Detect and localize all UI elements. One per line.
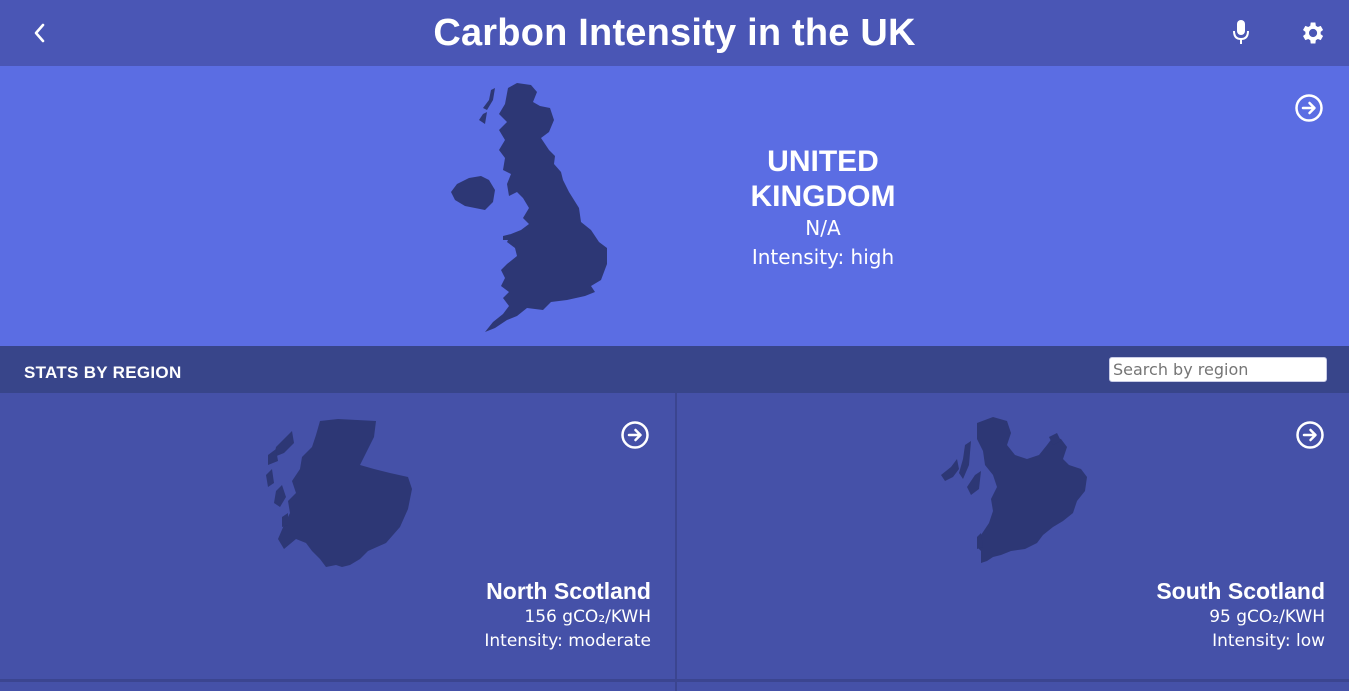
carbon-value: N/A xyxy=(805,216,841,240)
arrow-right-circle-icon[interactable] xyxy=(1295,420,1325,450)
region-name: UNITED KINGDOM xyxy=(750,145,896,213)
intensity-label: Intensity: low xyxy=(1212,631,1325,651)
settings-button[interactable] xyxy=(1295,16,1329,50)
arrow-right-circle-icon[interactable] xyxy=(1294,93,1324,123)
next-region-row xyxy=(0,679,1349,691)
south-scotland-map-icon xyxy=(941,417,1087,563)
region-card-partial[interactable] xyxy=(677,682,1349,691)
top-app-bar: Carbon Intensity in the UK xyxy=(0,0,1349,66)
region-card-north-scotland[interactable]: North Scotland 156 gCO₂/KWH Intensity: m… xyxy=(0,393,675,679)
national-stats: UNITED KINGDOM N/A Intensity: high xyxy=(700,144,946,272)
region-stats: North Scotland 156 gCO₂/KWH Intensity: m… xyxy=(484,577,651,653)
carbon-value: 156 gCO₂/KWH xyxy=(524,607,651,627)
region-stats: South Scotland 95 gCO₂/KWH Intensity: lo… xyxy=(1156,577,1325,653)
page-title: Carbon Intensity in the UK xyxy=(433,12,916,54)
national-summary-card[interactable]: UNITED KINGDOM N/A Intensity: high xyxy=(0,66,1349,346)
gear-icon xyxy=(1303,22,1324,44)
search-input[interactable] xyxy=(1109,357,1327,382)
north-scotland-map-icon xyxy=(266,419,412,567)
stats-by-region-header: STATS BY REGION xyxy=(0,346,1349,393)
region-card-south-scotland[interactable]: South Scotland 95 gCO₂/KWH Intensity: lo… xyxy=(677,393,1349,679)
voice-search-button[interactable] xyxy=(1226,16,1256,50)
region-name: North Scotland xyxy=(486,578,651,604)
intensity-label: Intensity: moderate xyxy=(484,631,651,651)
arrow-right-circle-icon[interactable] xyxy=(620,420,650,450)
microphone-icon xyxy=(1233,20,1249,44)
intensity-label: Intensity: high xyxy=(751,245,895,269)
carbon-value: 95 gCO₂/KWH xyxy=(1209,607,1325,627)
section-title: STATS BY REGION xyxy=(24,363,182,382)
region-name: South Scotland xyxy=(1156,578,1325,604)
region-card-partial[interactable] xyxy=(0,682,675,691)
uk-map-icon xyxy=(451,83,607,332)
